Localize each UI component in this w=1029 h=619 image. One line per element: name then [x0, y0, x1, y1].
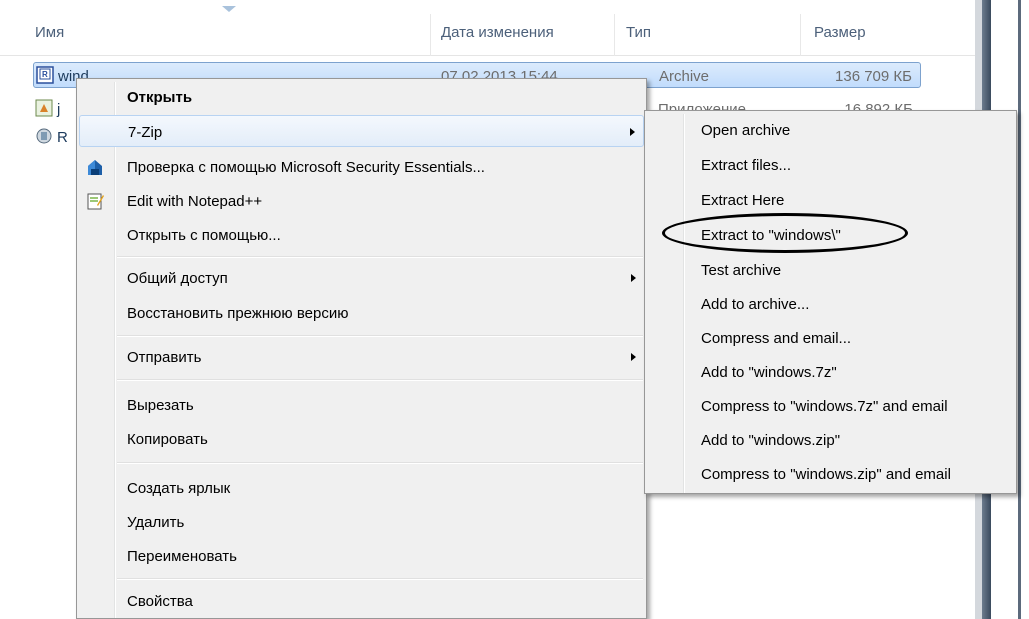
- column-divider: [800, 14, 801, 56]
- menu-separator: [117, 256, 643, 258]
- menu-item-label: Edit with Notepad++: [127, 193, 263, 210]
- column-header-date[interactable]: Дата изменения: [441, 24, 554, 41]
- submenu-item-add-7z[interactable]: Add to "windows.7z": [647, 355, 1014, 389]
- menu-item-7zip[interactable]: 7-Zip: [79, 115, 644, 147]
- menu-item-create-shortcut[interactable]: Создать ярлык: [79, 472, 644, 504]
- menu-item-label: Test archive: [701, 262, 782, 279]
- submenu-arrow-icon: [630, 128, 635, 136]
- submenu-arrow-icon: [631, 353, 636, 361]
- menu-item-label: Копировать: [127, 431, 208, 448]
- menu-separator: [117, 379, 643, 381]
- column-divider: [614, 14, 615, 56]
- menu-item-label: Восстановить прежнюю версию: [127, 305, 349, 322]
- window-border-thin: [1018, 0, 1021, 619]
- menu-item-label: 7-Zip: [128, 124, 163, 141]
- menu-item-label: Удалить: [127, 514, 185, 531]
- sort-arrow-icon: [222, 6, 236, 12]
- annotation-ellipse: [662, 213, 908, 253]
- menu-item-properties[interactable]: Свойства: [79, 585, 644, 617]
- menu-item-label: Compress to "windows.zip" and email: [701, 466, 951, 483]
- file-name: R: [57, 129, 68, 146]
- submenu-item-extract-here[interactable]: Extract Here: [647, 183, 1014, 217]
- column-header-name[interactable]: Имя: [35, 24, 64, 41]
- menu-item-label: Add to "windows.7z": [701, 364, 837, 381]
- notepad-plus-plus-icon: [87, 193, 104, 210]
- menu-item-label: Extract Here: [701, 192, 785, 209]
- security-essentials-icon: [88, 160, 102, 175]
- menu-item-label: Compress and email...: [701, 330, 852, 347]
- menu-item-delete[interactable]: Удалить: [79, 506, 644, 538]
- menu-item-send-to[interactable]: Отправить: [79, 341, 644, 373]
- menu-item-label: Add to "windows.zip": [701, 432, 841, 449]
- 7zip-submenu: Open archive Extract files... Extract He…: [644, 110, 1017, 494]
- submenu-item-compress-zip-email[interactable]: Compress to "windows.zip" and email: [647, 457, 1014, 491]
- menu-item-open[interactable]: Открыть: [79, 81, 644, 113]
- column-header-size[interactable]: Размер: [814, 24, 866, 41]
- java-installer-icon: [35, 99, 53, 117]
- context-menu: Открыть 7-Zip Проверка с помощью Microso…: [76, 78, 647, 619]
- menu-item-label: Свойства: [127, 593, 193, 610]
- menu-item-label: Проверка с помощью Microsoft Security Es…: [127, 159, 485, 176]
- menu-item-notepad[interactable]: Edit with Notepad++: [79, 185, 644, 217]
- submenu-item-add-zip[interactable]: Add to "windows.zip": [647, 423, 1014, 457]
- menu-item-label: Общий доступ: [127, 270, 228, 287]
- menu-item-copy[interactable]: Копировать: [79, 423, 644, 455]
- svg-text:R: R: [42, 70, 48, 79]
- menu-separator: [117, 462, 643, 464]
- rar-archive-icon: R: [36, 66, 54, 84]
- menu-item-open-with[interactable]: Открыть с помощью...: [79, 219, 644, 251]
- submenu-item-test-archive[interactable]: Test archive: [647, 253, 1014, 287]
- submenu-item-extract-files[interactable]: Extract files...: [647, 148, 1014, 182]
- submenu-item-compress-7z-email[interactable]: Compress to "windows.7z" and email: [647, 389, 1014, 423]
- menu-item-label: Переименовать: [127, 548, 237, 565]
- menu-item-label: Отправить: [127, 349, 202, 366]
- column-header-bar: Имя Дата изменения Тип Размер: [0, 0, 975, 56]
- menu-separator: [117, 578, 643, 580]
- menu-item-cut[interactable]: Вырезать: [79, 389, 644, 421]
- menu-separator: [117, 335, 643, 337]
- menu-item-label: Extract files...: [701, 157, 792, 174]
- file-size: 136 709 КБ: [835, 68, 912, 85]
- submenu-item-open-archive[interactable]: Open archive: [647, 113, 1014, 147]
- menu-item-label: Open archive: [701, 122, 791, 139]
- menu-item-share[interactable]: Общий доступ: [79, 262, 644, 294]
- submenu-item-compress-email[interactable]: Compress and email...: [647, 321, 1014, 355]
- file-name: j: [57, 101, 61, 118]
- menu-item-restore-version[interactable]: Восстановить прежнюю версию: [79, 297, 644, 329]
- column-header-type[interactable]: Тип: [626, 24, 651, 41]
- menu-item-label: Создать ярлык: [127, 480, 231, 497]
- menu-item-rename[interactable]: Переименовать: [79, 540, 644, 572]
- menu-item-label: Открыть с помощью...: [127, 227, 281, 244]
- menu-item-label: Add to archive...: [701, 296, 810, 313]
- menu-item-label: Открыть: [127, 89, 193, 106]
- file-type: Archive: [659, 68, 710, 85]
- menu-item-label: Compress to "windows.7z" and email: [701, 398, 948, 415]
- column-divider: [430, 14, 431, 56]
- submenu-item-add-to-archive[interactable]: Add to archive...: [647, 287, 1014, 321]
- r-program-icon: [36, 128, 52, 144]
- menu-item-security-scan[interactable]: Проверка с помощью Microsoft Security Es…: [79, 151, 644, 183]
- submenu-arrow-icon: [631, 274, 636, 282]
- menu-item-label: Вырезать: [127, 397, 194, 414]
